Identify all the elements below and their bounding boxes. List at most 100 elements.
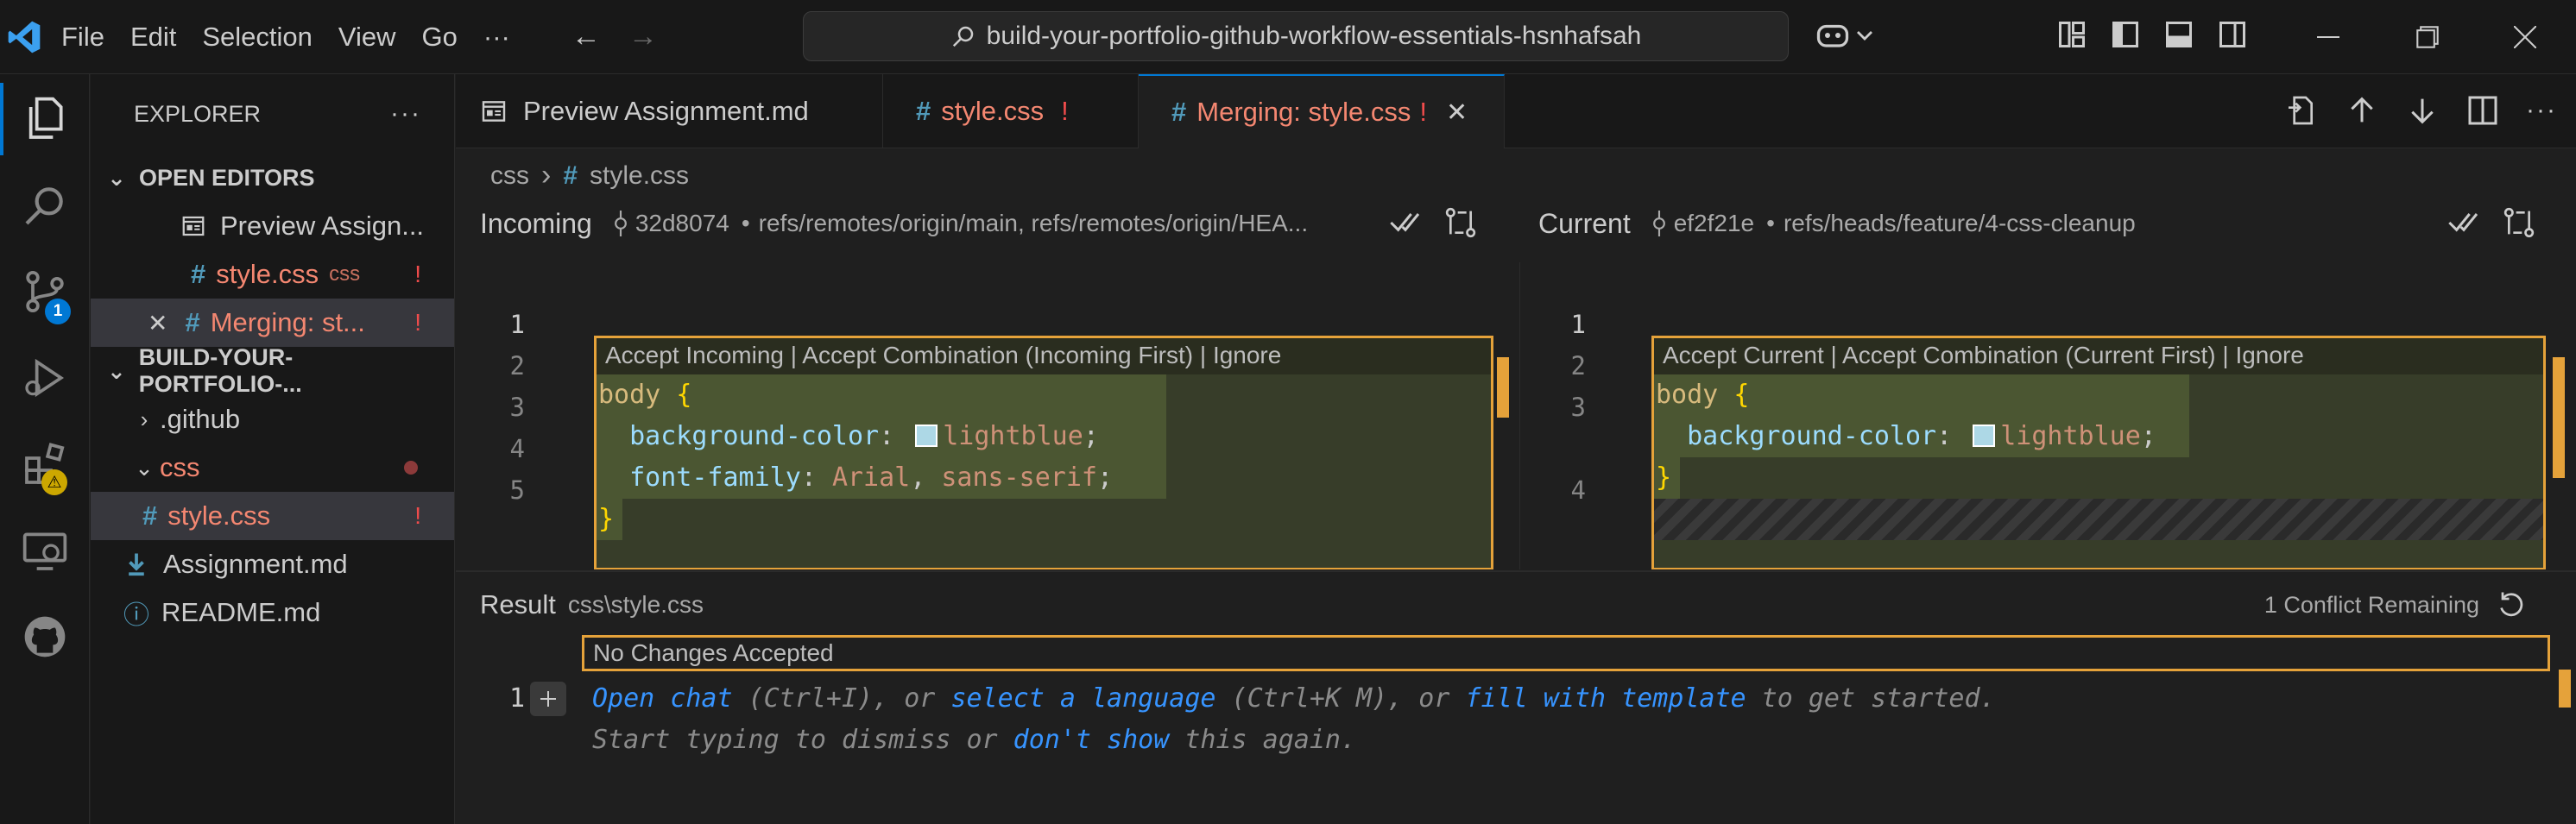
dont-show-link[interactable]: don't show	[1013, 725, 1170, 755]
toggle-primary-sidebar-icon[interactable]	[2110, 19, 2141, 50]
editor-area: Preview Assignment.md # style.css ! # Me…	[456, 74, 2576, 824]
conflict-counter[interactable]: 1 Conflict Remaining	[2264, 592, 2479, 619]
menu-more[interactable]: ···	[470, 0, 523, 74]
back-arrow-icon[interactable]: ←	[558, 20, 615, 53]
breadcrumb-file[interactable]: style.css	[590, 161, 689, 191]
css-value: lightblue	[943, 421, 1083, 451]
command-center[interactable]: build-your-portfolio-github-workflow-ess…	[803, 11, 1789, 61]
accept-all-icon[interactable]	[2447, 205, 2481, 240]
hint-text: (Ctrl+I), or	[732, 683, 951, 714]
hint-text: this again.	[1169, 725, 1357, 755]
search-activity[interactable]	[0, 160, 90, 250]
workspace-label: BUILD-YOUR-PORTFOLIO-...	[138, 344, 302, 397]
error-indicator: !	[1061, 96, 1069, 126]
open-editors-section[interactable]: ⌄ OPEN EDITORS	[91, 154, 454, 202]
result-divider[interactable]	[456, 570, 2576, 572]
code-line: background-color: lightblue;	[597, 416, 1166, 457]
menu-edit[interactable]: Edit	[117, 0, 189, 74]
css-property: background-color	[1687, 421, 1937, 451]
open-file-icon[interactable]	[2284, 93, 2319, 128]
menu-view[interactable]: View	[325, 0, 409, 74]
arrow-down-icon[interactable]	[2405, 93, 2440, 128]
split-editor-icon[interactable]	[2466, 93, 2500, 128]
reset-icon[interactable]	[2495, 588, 2526, 620]
close-window-icon[interactable]	[2474, 0, 2576, 74]
open-editor-item[interactable]: # style.css css !	[91, 250, 454, 299]
current-commit: ef2f21e	[1673, 210, 1755, 236]
restore-icon[interactable]	[2377, 0, 2478, 74]
menu-file[interactable]: File	[48, 0, 117, 74]
tab-style-css[interactable]: # style.css !	[883, 74, 1139, 148]
arrow-up-icon[interactable]	[2345, 93, 2379, 128]
toggle-panel-icon[interactable]	[2163, 19, 2194, 50]
menu-selection[interactable]: Selection	[189, 0, 325, 74]
github-activity[interactable]	[0, 592, 90, 682]
semicolon: ;	[2140, 421, 2156, 451]
result-conflict-status[interactable]: No Changes Accepted	[582, 635, 2550, 671]
open-editor-folder: css	[329, 262, 361, 286]
workspace-section[interactable]: ⌄ BUILD-YOUR-PORTFOLIO-...	[91, 344, 454, 397]
forward-arrow-icon[interactable]: →	[615, 20, 672, 53]
remote-explorer-activity[interactable]	[0, 506, 90, 595]
line-number: 1	[509, 310, 525, 339]
current-editor[interactable]: 1 2 3 4 Accept Current | Accept Combinat…	[1519, 262, 2576, 569]
brace: }	[598, 504, 615, 534]
color-swatch[interactable]	[1973, 424, 1996, 447]
tab-preview-assignment[interactable]: Preview Assignment.md	[456, 74, 883, 148]
add-line-icon[interactable]	[530, 682, 566, 716]
chevron-down-icon	[1857, 31, 1872, 41]
open-editor-item-active[interactable]: ✕ # Merging: st... !	[91, 299, 454, 347]
compare-changes-icon[interactable]	[1443, 205, 1478, 240]
current-label: Current	[1538, 207, 1631, 239]
breadcrumb-folder[interactable]: css	[490, 161, 529, 191]
incoming-editor[interactable]: 1 2 3 4 5 Accept Incoming | Accept Combi…	[456, 262, 1518, 569]
open-editor-item[interactable]: Preview Assign...	[91, 202, 454, 250]
explorer-activity[interactable]	[0, 74, 90, 164]
tab-merging-style-css[interactable]: # Merging: style.css ! ✕	[1139, 74, 1505, 148]
css-file-icon: #	[191, 259, 206, 289]
chevron-down-icon: ⌄	[107, 164, 126, 191]
css-file-icon: #	[142, 500, 158, 531]
more-actions-icon[interactable]: ···	[390, 99, 421, 129]
close-tab-icon[interactable]: ✕	[1446, 97, 1468, 128]
commit-icon	[1652, 211, 1665, 236]
open-chat-link[interactable]: Open chat	[592, 683, 733, 714]
color-swatch[interactable]	[915, 424, 938, 447]
files-icon	[28, 97, 63, 139]
source-control-activity[interactable]: 1	[0, 247, 90, 337]
chevron-right-icon: ›	[140, 406, 148, 432]
explorer-sidebar: EXPLORER ··· ⌄ OPEN EDITORS Preview Assi…	[91, 74, 455, 824]
tree-file-readme[interactable]: ⓘ README.md	[91, 588, 454, 637]
breadcrumb: css › # style.css	[490, 159, 689, 192]
tree-folder-github[interactable]: › .github	[91, 395, 454, 443]
toggle-secondary-sidebar-icon[interactable]	[2217, 19, 2248, 50]
current-scroll-marker	[2553, 357, 2565, 478]
copilot-button[interactable]	[1815, 19, 1873, 52]
result-hint-line-2: Start typing to dismiss or don't show th…	[592, 720, 1356, 761]
tree-file-assignment[interactable]: Assignment.md	[91, 540, 454, 588]
activity-bar: 1 ⚠	[0, 74, 90, 824]
result-label: Result	[480, 589, 556, 620]
accept-all-icon[interactable]	[1388, 205, 1423, 240]
line-number: 3	[509, 393, 525, 422]
menu-go[interactable]: Go	[409, 0, 470, 74]
tree-folder-css[interactable]: ⌄ css	[91, 443, 454, 492]
tree-item-label: README.md	[161, 597, 321, 627]
current-conflict-actions[interactable]: Accept Current | Accept Combination (Cur…	[1654, 338, 2543, 374]
minimize-icon[interactable]	[2277, 0, 2379, 74]
tree-file-style[interactable]: # style.css !	[91, 492, 454, 540]
close-icon[interactable]: ✕	[148, 309, 167, 337]
semicolon: ;	[1097, 462, 1114, 493]
css-file-icon: #	[916, 96, 931, 126]
run-debug-activity[interactable]	[0, 333, 90, 423]
preview-icon	[482, 101, 506, 122]
brace: }	[1656, 462, 1672, 493]
compare-changes-icon[interactable]	[2502, 205, 2536, 240]
more-actions-icon[interactable]: ···	[2526, 93, 2557, 128]
select-language-link[interactable]: select a language	[950, 683, 1215, 714]
customize-layout-icon[interactable]	[2056, 19, 2087, 50]
brace: {	[1733, 380, 1750, 410]
incoming-conflict-actions[interactable]: Accept Incoming | Accept Combination (In…	[597, 338, 1491, 374]
extensions-activity[interactable]: ⚠	[0, 419, 90, 509]
fill-template-link[interactable]: fill with template	[1465, 683, 1746, 714]
